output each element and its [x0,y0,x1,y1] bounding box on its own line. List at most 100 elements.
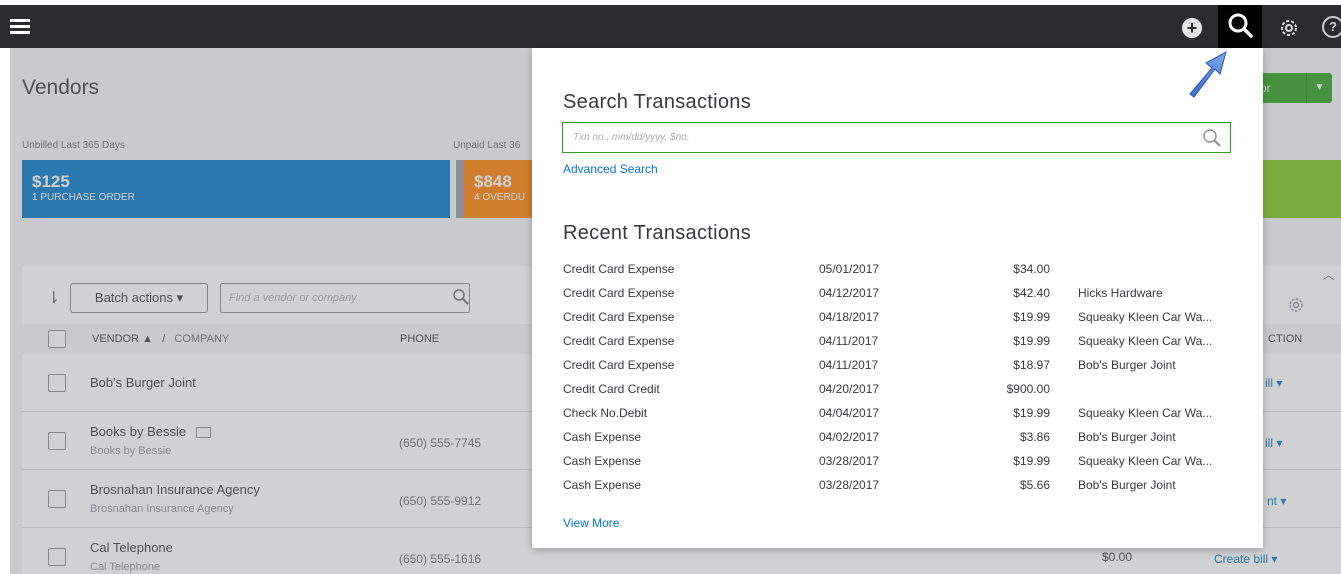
row-action-link[interactable]: nt ▾ [1267,494,1286,508]
company-name: Books by Bessie [90,445,172,457]
kpi-caption: 1 PURCHASE ORDER [32,192,135,203]
phone-column-header[interactable]: PHONE [400,333,439,345]
phone-number: (650) 555-1616 [399,552,482,566]
txn-date: 04/20/2017 [819,382,880,396]
gear-icon[interactable] [1277,16,1301,40]
transaction-row[interactable]: Cash Expense 03/28/2017 $5.66 Bob's Burg… [563,478,1243,496]
kpi-caption: 4 OVERDU [474,192,526,203]
transaction-row[interactable]: Check No.Debit 04/04/2017 $19.99 Squeaky… [563,406,1243,424]
kpi-amount: $848 [474,172,512,191]
transaction-row[interactable]: Credit Card Expense 04/12/2017 $42.40 Hi… [563,286,1243,304]
row-action-link[interactable]: ill ▾ [1265,376,1282,390]
kpi-amount: $125 [32,172,70,191]
txn-type: Cash Expense [563,478,642,492]
chevron-up-icon[interactable]: ︿ [1316,266,1341,290]
create-plus-icon[interactable]: + [1182,18,1202,38]
txn-payee: Bob's Burger Joint [1078,478,1176,492]
search-transactions-panel: Search Transactions Advanced Search Rece… [532,48,1263,548]
search-panel-title: Search Transactions [563,91,752,113]
row-checkbox[interactable] [48,432,66,450]
sort-arrow-icon[interactable]: ⇂ [47,288,60,308]
vendor-name-text[interactable]: Books by Bessie [90,424,186,439]
purchase-order-kpi[interactable]: $125 1 PURCHASE ORDER [22,160,450,218]
txn-payee: Hicks Hardware [1078,286,1163,300]
company-name: Cal Telephone [90,561,161,573]
transaction-row[interactable]: Credit Card Expense 05/01/2017 $34.00 [563,262,1243,280]
transaction-row[interactable]: Cash Expense 04/02/2017 $3.86 Bob's Burg… [563,430,1243,448]
row-action-link[interactable]: ill ▾ [1265,436,1282,450]
txn-amount: $18.97 [1013,358,1050,372]
company-header-label[interactable]: COMPANY [174,333,229,345]
transaction-row[interactable]: Credit Card Expense 04/18/2017 $19.99 Sq… [563,310,1243,328]
transaction-row[interactable]: Credit Card Expense 04/11/2017 $19.99 Sq… [563,334,1243,352]
vendor-name[interactable]: Cal Telephone [90,540,173,555]
advanced-search-link[interactable]: Advanced Search [563,162,658,176]
email-envelope-icon[interactable] [195,427,211,439]
txn-type: Credit Card Expense [563,334,675,348]
txn-date: 04/04/2017 [819,406,880,420]
recent-transactions-title: Recent Transactions [563,222,752,244]
txn-type: Credit Card Expense [563,310,675,324]
batch-actions-button[interactable]: Batch actions ▾ [70,283,208,313]
vendor-column-header[interactable]: VENDOR ▲ / COMPANY [92,333,229,345]
action-column-header: CTION [1268,333,1303,345]
transaction-search-input[interactable] [563,123,1230,152]
txn-type: Credit Card Credit [563,382,660,396]
transaction-row[interactable]: Credit Card Credit 04/20/2017 $900.00 [563,382,1243,400]
vendor-name[interactable]: Books by Bessie [90,424,211,439]
search-icon [1228,13,1253,38]
transaction-row[interactable]: Credit Card Expense 04/11/2017 $18.97 Bo… [563,358,1243,376]
help-icon[interactable]: ? [1322,16,1341,38]
txn-date: 03/28/2017 [819,478,880,492]
txn-type: Check No.Debit [563,406,648,420]
txn-payee: Bob's Burger Joint [1078,430,1176,444]
txn-payee: Squeaky Kleen Car Wa... [1078,454,1213,468]
txn-type: Credit Card Expense [563,262,675,276]
chevron-down-icon[interactable]: ▼ [1306,73,1332,103]
view-more-link[interactable]: View More [563,516,619,530]
txn-date: 04/11/2017 [819,334,879,348]
txn-amount: $34.00 [1013,262,1050,276]
header-separator: / [162,333,166,345]
row-checkbox[interactable] [48,374,66,392]
txn-type: Cash Expense [563,454,642,468]
txn-amount: $19.99 [1013,334,1050,348]
txn-payee: Squeaky Kleen Car Wa... [1078,310,1213,324]
row-checkbox[interactable] [48,490,66,508]
txn-amount: $19.99 [1013,406,1050,420]
txn-date: 04/11/2017 [819,358,879,372]
unbilled-label: Unbilled Last 365 Days [22,140,125,151]
txn-date: 04/02/2017 [819,430,880,444]
txn-amount: $19.99 [1013,310,1050,324]
transaction-row[interactable]: Cash Expense 03/28/2017 $19.99 Squeaky K… [563,454,1243,472]
txn-payee: Squeaky Kleen Car Wa... [1078,406,1213,420]
unpaid-label: Unpaid Last 36 [453,140,521,151]
txn-payee: Bob's Burger Joint [1078,358,1176,372]
search-button[interactable] [1218,5,1262,48]
select-all-checkbox[interactable] [48,330,66,348]
create-bill-link[interactable]: Create bill ▾ [1214,552,1277,566]
txn-type: Cash Expense [563,430,642,444]
txn-type: Credit Card Expense [563,286,675,300]
txn-amount: $19.99 [1013,454,1050,468]
txn-payee: Squeaky Kleen Car Wa... [1078,334,1213,348]
vendor-name[interactable]: Brosnahan Insurance Agency [90,482,260,497]
vendor-header-label[interactable]: VENDOR ▲ [92,333,153,345]
company-name: Brosnahan Insurance Agency [90,503,234,515]
table-settings-gear-icon[interactable] [1287,296,1305,314]
transaction-search-field[interactable] [562,122,1231,153]
txn-amount: $3.86 [1019,430,1050,444]
search-icon[interactable] [452,288,470,306]
txn-type: Credit Card Expense [563,358,675,372]
search-icon[interactable] [1202,128,1222,148]
vendor-search-input[interactable]: Find a vendor or company [220,283,470,313]
open-balance: $0.00 [1102,550,1133,564]
page-title: Vendors [22,76,100,99]
txn-date: 04/18/2017 [819,310,880,324]
vendor-name[interactable]: Bob's Burger Joint [90,375,196,390]
hamburger-menu-icon[interactable] [10,19,30,35]
row-checkbox[interactable] [48,548,66,566]
txn-amount: $42.40 [1013,286,1050,300]
pointer-arrow-icon [1189,50,1227,98]
top-navigation-bar: + ? [0,0,1341,48]
